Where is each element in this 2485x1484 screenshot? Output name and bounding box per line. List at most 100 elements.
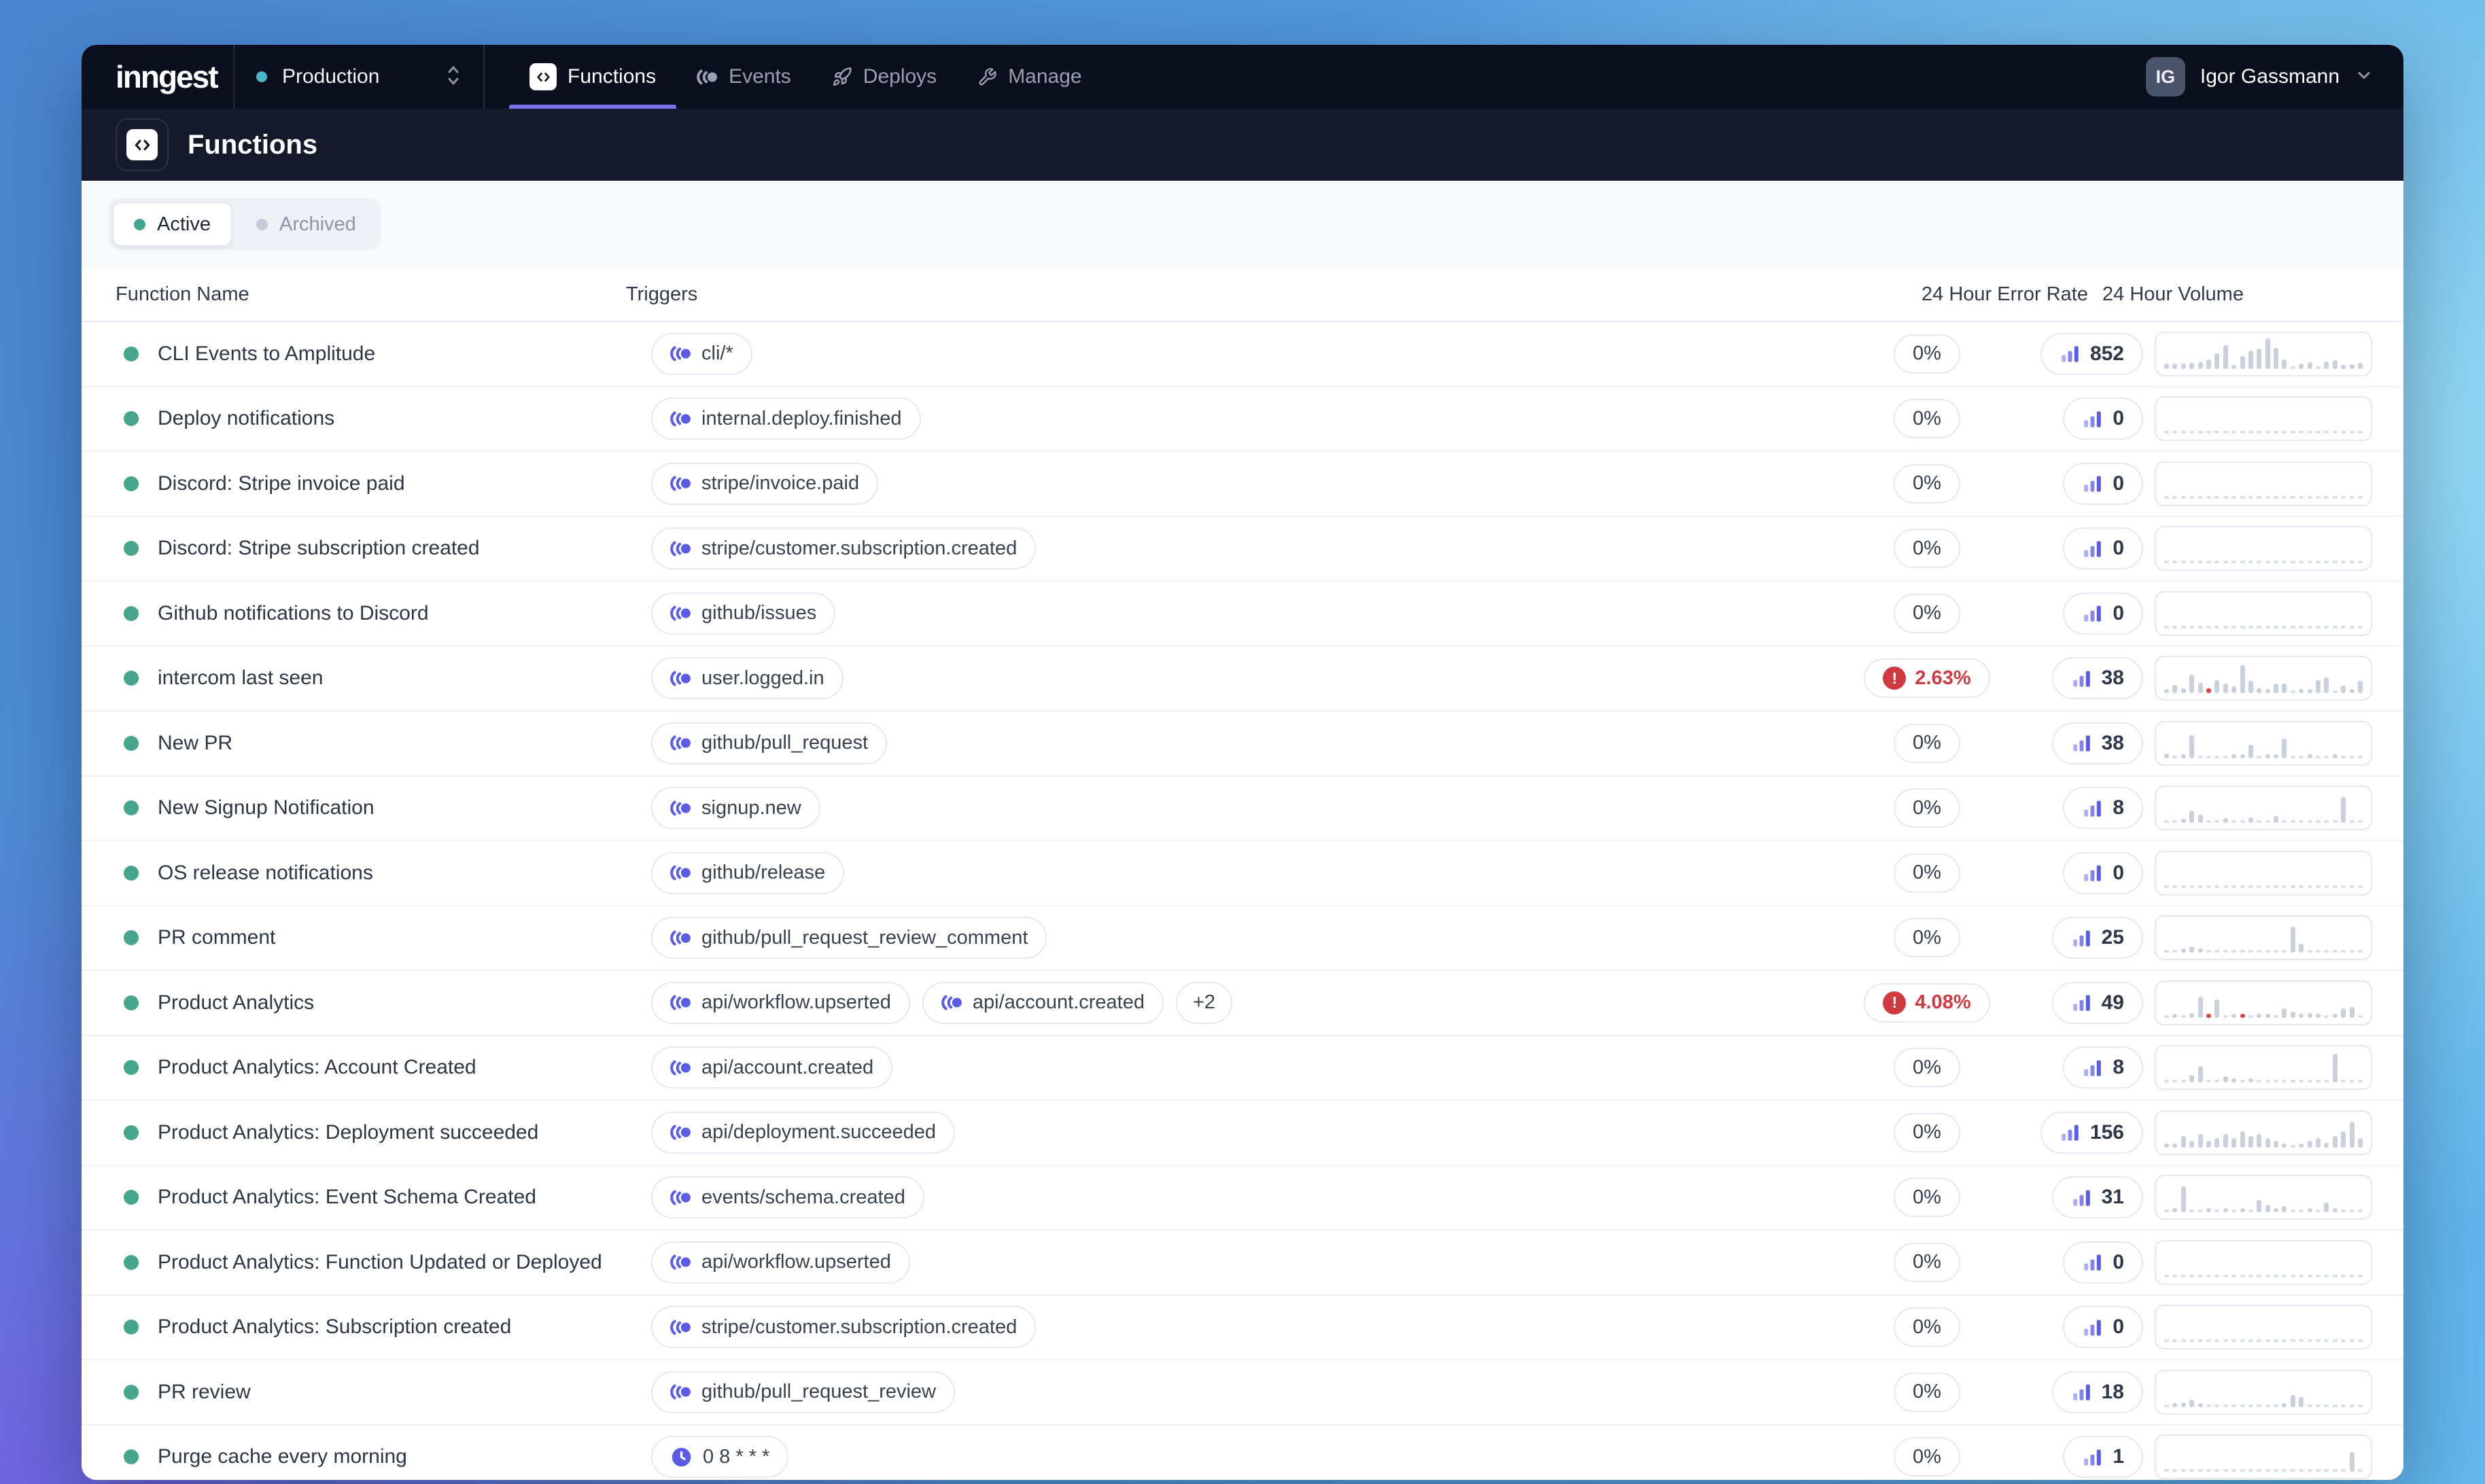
signal-icon (670, 994, 691, 1011)
sparkline-bar (2257, 561, 2261, 563)
top-nav: inngest Production Functions Events (82, 45, 2403, 109)
signal-icon (670, 1059, 691, 1076)
tab-events[interactable]: Events (676, 45, 812, 109)
sparkline-bar (2164, 496, 2169, 499)
sparkline-bar (2333, 950, 2338, 953)
sparkline-bar (2358, 1138, 2363, 1148)
sparkline-bar (2333, 1469, 2338, 1472)
table-row[interactable]: Discord: Stripe invoice paid stripe/invo… (82, 452, 2403, 517)
filter-active[interactable]: Active (113, 202, 232, 246)
filter-label: Active (157, 213, 211, 236)
table-row[interactable]: CLI Events to Amplitude cli/* 0% 852 (82, 322, 2403, 387)
table-row[interactable]: Github notifications to Discord github/i… (82, 582, 2403, 647)
bar-chart-icon (2071, 1187, 2092, 1208)
sparkline-bar (2316, 680, 2321, 693)
sparkline-bar (2248, 351, 2253, 369)
sparkline-bar (2291, 1339, 2295, 1342)
table-row[interactable]: Purge cache every morning 0 8 * * * 0% 1 (82, 1426, 2403, 1481)
table-row[interactable]: Product Analytics: Deployment succeeded … (82, 1101, 2403, 1166)
table-row[interactable]: OS release notifications github/release … (82, 841, 2403, 906)
table-row[interactable]: Discord: Stripe subscription created str… (82, 517, 2403, 582)
volume-sparkline-chart (2155, 1305, 2372, 1349)
function-name: New Signup Notification (158, 796, 375, 819)
signal-icon (941, 994, 962, 1011)
sparkline-bar (2274, 1339, 2278, 1342)
trigger-label: github/pull_request (701, 732, 868, 754)
status-dot-icon (124, 930, 139, 945)
bar-chart-icon (2071, 992, 2092, 1013)
sparkline-bar (2189, 561, 2194, 563)
sparkline-bar (2240, 356, 2245, 369)
sparkline-bar (2274, 1080, 2278, 1082)
sparkline-bar (2240, 754, 2245, 758)
extra-triggers-badge[interactable]: +2 (1176, 982, 1232, 1024)
functions-icon-button[interactable] (116, 118, 169, 171)
volume-sparkline-chart (2155, 656, 2372, 701)
table-row[interactable]: PR comment github/pull_request_review_co… (82, 906, 2403, 972)
table-row[interactable]: Product Analytics: Function Updated or D… (82, 1231, 2403, 1296)
sparkline-bar (2316, 496, 2321, 499)
sparkline-bar (2198, 1134, 2203, 1148)
bar-chart-icon (2082, 408, 2103, 429)
sparkline-bar (2341, 496, 2346, 499)
sparkline-bar (2274, 816, 2278, 823)
environment-selector[interactable]: Production (234, 45, 483, 109)
volume-value: 0 (2113, 1315, 2124, 1339)
divider (483, 45, 485, 109)
sparkline-bar (2206, 950, 2211, 953)
sparkline-bar (2198, 1209, 2203, 1212)
sparkline-bar (2282, 626, 2287, 629)
tab-functions[interactable]: Functions (509, 45, 676, 109)
sparkline-bar (2265, 496, 2270, 499)
sparkline-bar (2282, 684, 2287, 693)
tab-manage[interactable]: Manage (957, 45, 1102, 109)
bar-chart-icon (2082, 1252, 2103, 1273)
archived-dot-icon (256, 219, 268, 230)
sparkline-bar (2265, 1404, 2270, 1407)
sparkline-bar (2240, 820, 2245, 823)
sparkline-bar (2299, 1275, 2304, 1277)
sparkline-bar (2164, 1144, 2169, 1148)
volume-badge: 31 (2052, 1176, 2143, 1218)
user-menu[interactable]: IG Igor Gassmann (2146, 45, 2374, 109)
table-row[interactable]: PR review github/pull_request_review 0% … (82, 1360, 2403, 1426)
table-row[interactable]: intercom last seen user.logged.in !2.63%… (82, 647, 2403, 712)
table-row[interactable]: Product Analytics: Account Created api/a… (82, 1036, 2403, 1101)
status-dot-icon (124, 995, 139, 1010)
filter-archived[interactable]: Archived (236, 202, 377, 246)
sparkline-bar (2181, 754, 2186, 758)
sparkline-bar (2181, 688, 2186, 693)
sparkline-bar (2282, 1008, 2287, 1018)
sparkline-bar (2282, 739, 2287, 758)
sparkline-bar (2206, 1404, 2211, 1407)
tab-label: Deploys (863, 65, 937, 88)
sparkline-bar (2341, 950, 2346, 953)
sparkline-bar (2291, 756, 2295, 758)
sparkline-bar (2189, 496, 2194, 499)
table-row[interactable]: New Signup Notification signup.new 0% 8 (82, 777, 2403, 842)
table-row[interactable]: Product Analytics api/workflow.upserteda… (82, 971, 2403, 1036)
bar-chart-icon (2082, 1057, 2103, 1078)
sparkline-bar (2172, 1080, 2177, 1082)
sparkline-bar (2206, 626, 2211, 629)
table-row[interactable]: Deploy notifications internal.deploy.fin… (82, 387, 2403, 453)
table-row[interactable]: Product Analytics: Subscription created … (82, 1296, 2403, 1361)
sparkline-bar (2198, 756, 2203, 758)
sparkline-bar (2291, 626, 2295, 629)
sparkline-bar (2223, 756, 2228, 758)
sparkline-bar (2299, 1339, 2304, 1342)
sparkline-bar (2333, 1054, 2338, 1082)
sparkline-bar (2265, 1339, 2270, 1342)
tab-deploys[interactable]: Deploys (812, 45, 957, 109)
sparkline-bar (2282, 496, 2287, 499)
table-row[interactable]: New PR github/pull_request 0% 38 (82, 711, 2403, 777)
signal-icon (670, 864, 691, 881)
volume-value: 38 (2102, 667, 2124, 690)
sparkline-bar (2206, 1208, 2211, 1212)
sparkline-bar (2316, 820, 2321, 823)
table-row[interactable]: Product Analytics: Event Schema Created … (82, 1166, 2403, 1231)
sparkline-bar (2274, 1208, 2278, 1212)
sparkline-bar (2181, 949, 2186, 953)
volume-badge: 49 (2052, 982, 2143, 1024)
sparkline-bar (2308, 431, 2312, 434)
